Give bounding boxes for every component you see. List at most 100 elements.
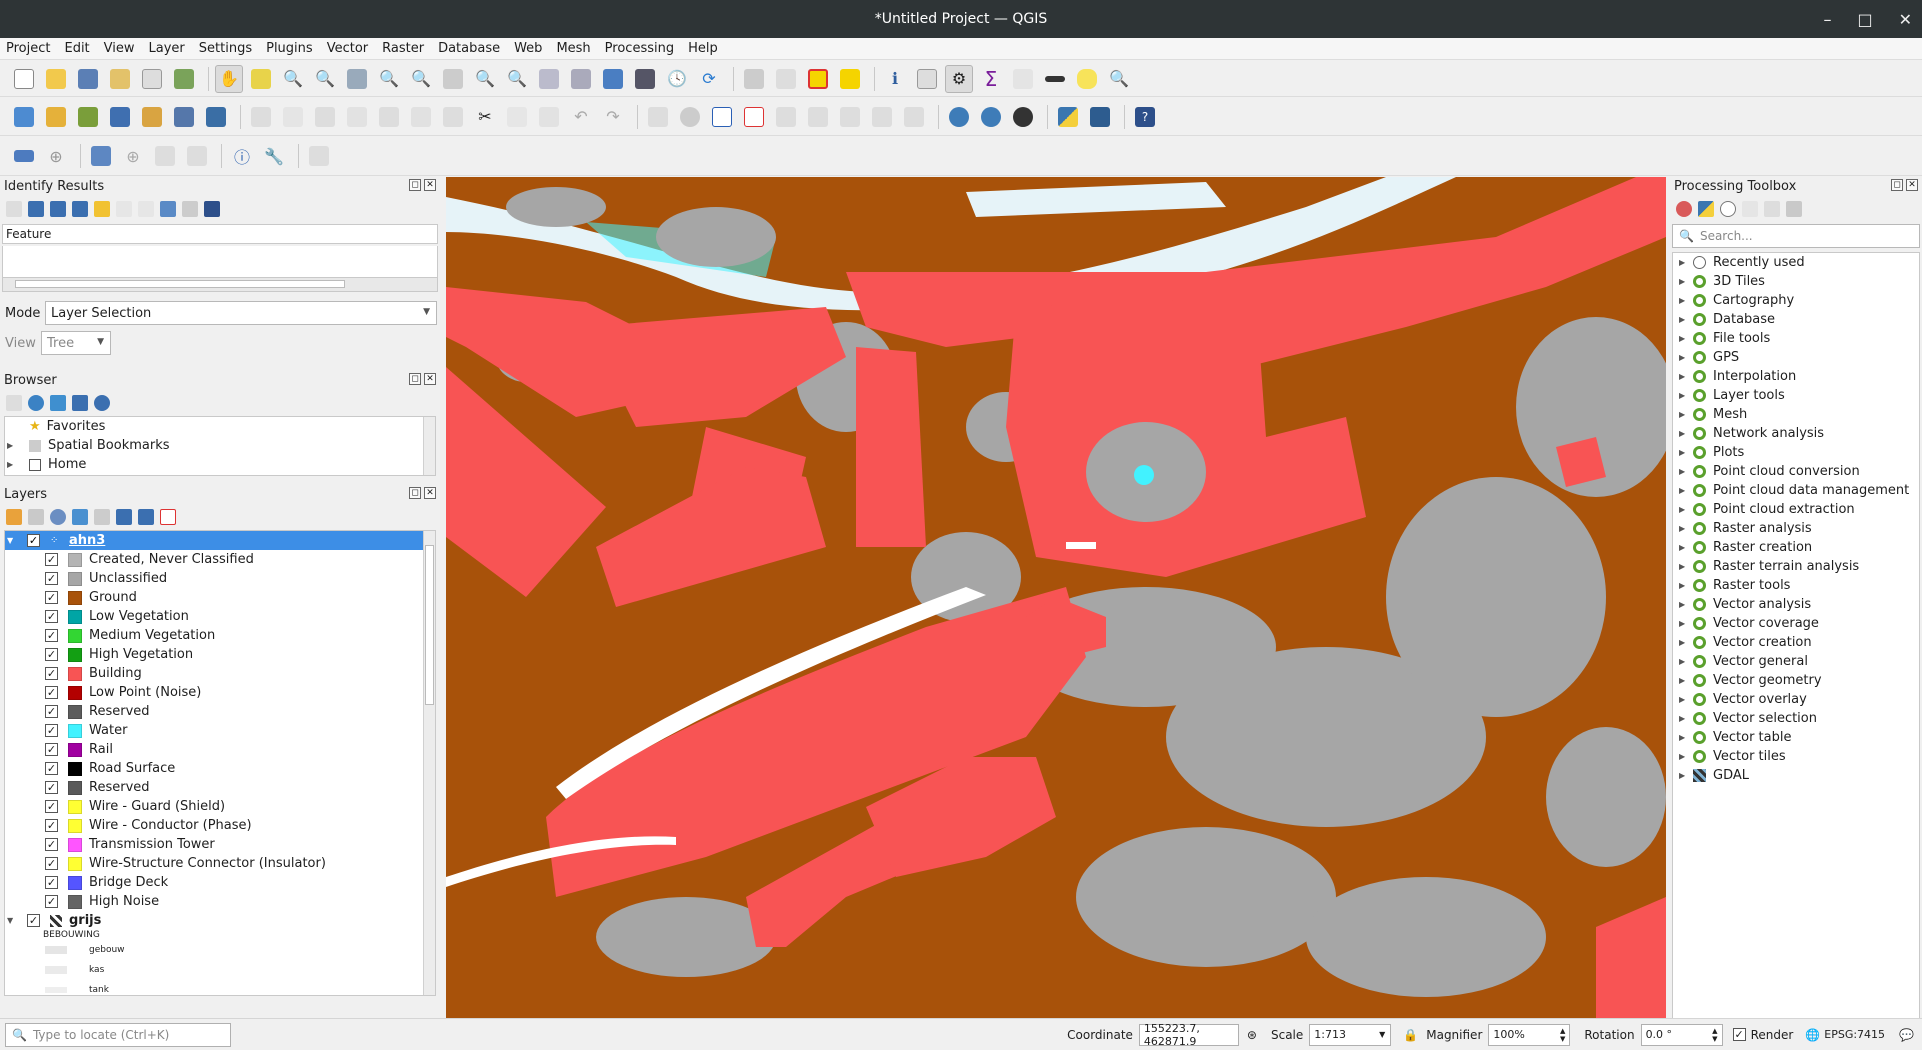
processing-group[interactable]: ▶ Database (1673, 310, 1919, 329)
select-by-value-icon[interactable] (772, 65, 800, 93)
coordinate-field[interactable]: 155223.7, 462871.9 (1138, 1022, 1239, 1048)
classification-item[interactable]: ✓ Road Surface (5, 759, 435, 778)
menu-plugins[interactable]: Plugins (266, 41, 313, 56)
layer-ahn3[interactable]: ▼ ✓ ⁘ ahn3 (5, 531, 435, 550)
layer-styling-icon[interactable] (6, 509, 22, 525)
statistical-summary-icon[interactable]: Σ (977, 65, 1005, 93)
current-edits-icon[interactable] (247, 103, 275, 131)
vertex-editor-icon[interactable] (151, 142, 179, 170)
processing-group[interactable]: ▶ Point cloud data management (1673, 481, 1919, 500)
class-visibility-checkbox[interactable]: ✓ (45, 762, 58, 775)
layer-grijs[interactable]: ▼ ✓ grijs (5, 911, 435, 930)
spin-arrows-icon[interactable]: ▲ ▼ (1712, 1027, 1717, 1043)
redo-icon[interactable]: ↷ (599, 103, 627, 131)
change-label-icon[interactable] (900, 103, 928, 131)
python-scripts-icon[interactable] (1698, 201, 1714, 217)
close-panel-icon[interactable]: ✕ (424, 179, 436, 191)
remove-layer-icon[interactable] (160, 509, 176, 525)
layer-diagram-icon[interactable] (740, 103, 768, 131)
enable-properties-icon[interactable] (94, 395, 110, 411)
classification-item[interactable]: ✓ Reserved (5, 702, 435, 721)
deselect-all-icon[interactable] (804, 65, 832, 93)
float-icon[interactable]: ◻ (409, 373, 421, 385)
zoom-in-icon[interactable]: 🔍 (279, 65, 307, 93)
expand-layers-icon[interactable] (116, 509, 132, 525)
mode-select[interactable]: Layer Selection ▼ (45, 301, 437, 325)
zoom-next-icon[interactable]: 🔍 (503, 65, 531, 93)
classification-item[interactable]: ✓ Transmission Tower (5, 835, 435, 854)
chevron-right-icon[interactable]: ▶ (1679, 562, 1693, 571)
layer-visibility-checkbox[interactable]: ✓ (27, 914, 40, 927)
classification-item[interactable]: ✓ High Vegetation (5, 645, 435, 664)
processing-scripts-icon[interactable] (1086, 103, 1114, 131)
temporal-controller-icon[interactable]: 🕓 (663, 65, 691, 93)
collapse-browser-icon[interactable] (72, 395, 88, 411)
models-icon[interactable] (1676, 201, 1692, 217)
processing-group[interactable]: ▶ Raster terrain analysis (1673, 557, 1919, 576)
close-panel-icon[interactable]: ✕ (424, 487, 436, 499)
refresh-icon[interactable]: ⟳ (695, 65, 723, 93)
pan-map-icon[interactable]: ✋ (215, 64, 243, 93)
show-bookmarks-icon[interactable] (631, 65, 659, 93)
chevron-right-icon[interactable]: ▶ (1679, 505, 1693, 514)
chevron-right-icon[interactable]: ▶ (1679, 258, 1693, 267)
view-select[interactable]: Tree ▼ (41, 331, 111, 355)
web-services-icon[interactable] (1009, 103, 1037, 131)
metasearch-icon[interactable] (945, 103, 973, 131)
class-visibility-checkbox[interactable]: ✓ (45, 686, 58, 699)
snapping-icon[interactable]: ⊕ (42, 142, 70, 170)
chevron-right-icon[interactable]: ▶ (1679, 467, 1693, 476)
locator-input[interactable]: 🔍 Type to locate (Ctrl+K) (5, 1022, 231, 1047)
processing-group[interactable]: ▶ Plots (1673, 443, 1919, 462)
help-icon[interactable]: ? (1131, 103, 1159, 131)
class-visibility-checkbox[interactable]: ✓ (45, 800, 58, 813)
processing-group[interactable]: ▶ Interpolation (1673, 367, 1919, 386)
menu-raster[interactable]: Raster (382, 41, 424, 56)
spin-arrows-icon[interactable]: ▲ ▼ (1560, 1027, 1565, 1043)
chevron-right-icon[interactable]: ▶ (1679, 429, 1693, 438)
chevron-right-icon[interactable]: ▶ (1679, 619, 1693, 628)
label-pin-icon[interactable] (676, 103, 704, 131)
float-icon[interactable]: ◻ (409, 179, 421, 191)
lock-scale-icon[interactable]: 🔒 (1403, 1028, 1418, 1042)
float-icon[interactable]: ◻ (1891, 179, 1903, 191)
chevron-down-icon[interactable]: ▼ (7, 916, 17, 925)
delete-selected-icon[interactable] (439, 103, 467, 131)
menu-settings[interactable]: Settings (199, 41, 252, 56)
paste-features-icon[interactable] (535, 103, 563, 131)
class-visibility-checkbox[interactable]: ✓ (45, 895, 58, 908)
python-console-icon[interactable] (1054, 103, 1082, 131)
processing-group[interactable]: ▶ Network analysis (1673, 424, 1919, 443)
processing-group[interactable]: ▶ Cartography (1673, 291, 1919, 310)
zoom-native-icon[interactable] (439, 65, 467, 93)
chevron-right-icon[interactable]: ▶ (1679, 372, 1693, 381)
menu-mesh[interactable]: Mesh (556, 41, 590, 56)
copy-features-icon[interactable] (503, 103, 531, 131)
zoom-layer-icon[interactable]: 🔍 (407, 65, 435, 93)
data-source-manager-icon[interactable] (10, 103, 38, 131)
menu-view[interactable]: View (104, 41, 135, 56)
chevron-right-icon[interactable]: ▶ (1679, 277, 1693, 286)
processing-group[interactable]: ▶ Vector coverage (1673, 614, 1919, 633)
new-shapefile-layer-icon[interactable] (74, 103, 102, 131)
map-tips-icon[interactable] (1073, 65, 1101, 93)
class-visibility-checkbox[interactable]: ✓ (45, 876, 58, 889)
new-temporary-layer-icon[interactable] (138, 103, 166, 131)
class-visibility-checkbox[interactable]: ✓ (45, 724, 58, 737)
menu-processing[interactable]: Processing (605, 41, 674, 56)
close-panel-icon[interactable]: ✕ (424, 373, 436, 385)
georeferencer-icon[interactable] (87, 142, 115, 170)
chevron-right-icon[interactable]: ▶ (1679, 315, 1693, 324)
menu-layer[interactable]: Layer (149, 41, 185, 56)
close-icon[interactable]: ✕ (1899, 10, 1912, 29)
processing-search-input[interactable]: 🔍 Search... (1672, 224, 1920, 248)
zoom-last-icon[interactable]: 🔍 (471, 65, 499, 93)
classification-item[interactable]: ✓ High Noise (5, 892, 435, 911)
classification-item[interactable]: ✓ Wire - Conductor (Phase) (5, 816, 435, 835)
browser-item-favorites[interactable]: ★ Favorites (5, 417, 435, 436)
processing-group[interactable]: ▶ Point cloud extraction (1673, 500, 1919, 519)
layer-visibility-checkbox[interactable]: ✓ (27, 534, 40, 547)
digitize-icon[interactable] (343, 103, 371, 131)
chevron-right-icon[interactable]: ▶ (1679, 524, 1693, 533)
results-viewer-icon[interactable] (1742, 201, 1758, 217)
